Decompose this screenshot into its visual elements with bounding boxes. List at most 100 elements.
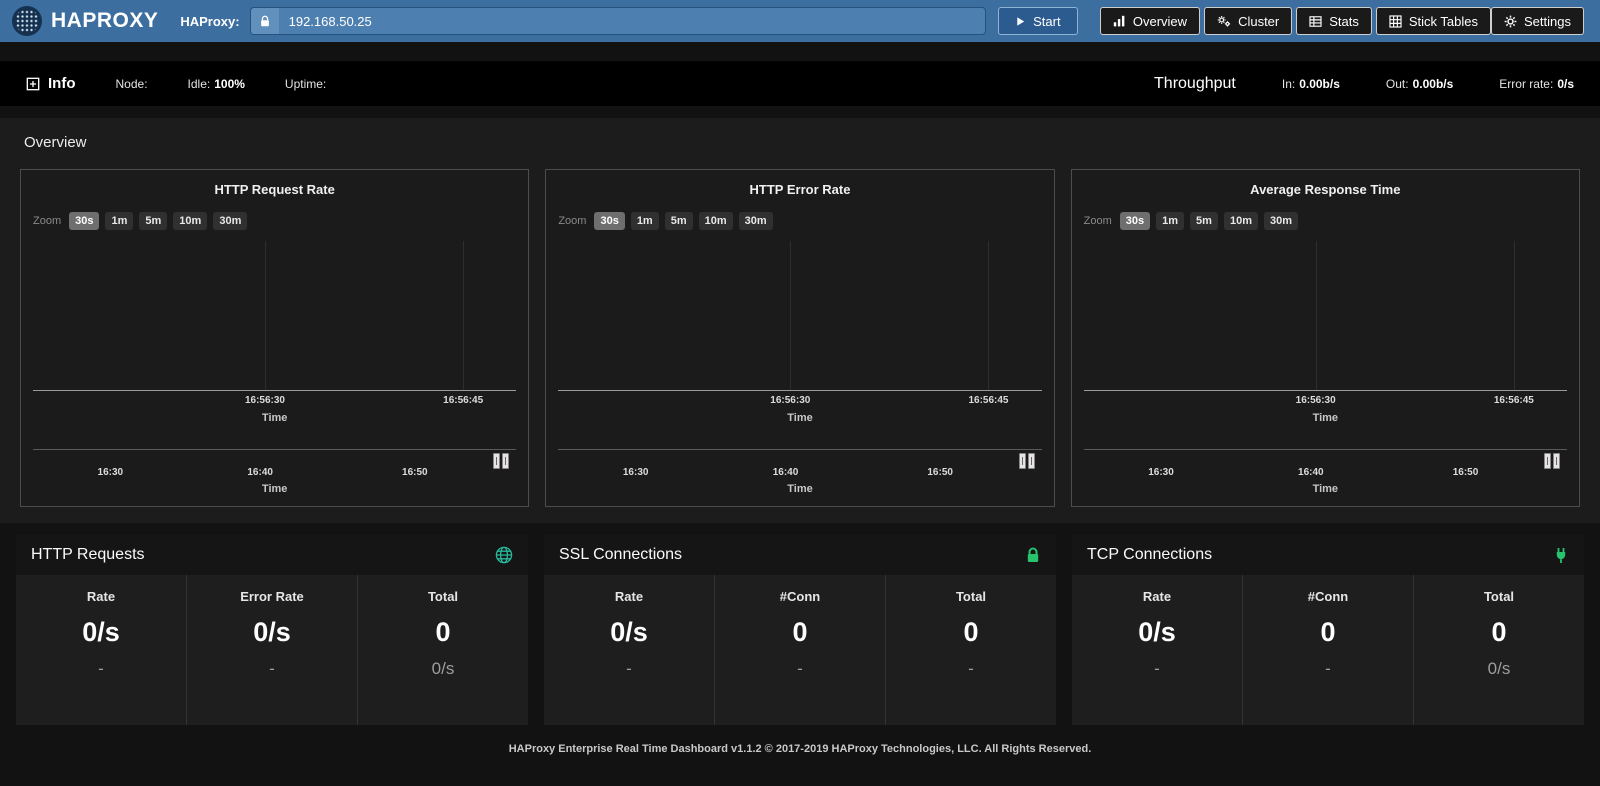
chart-panel-http-request-rate: HTTP Request Rate Zoom 30s 1m 5m 10m 30m… xyxy=(20,169,529,507)
stat-sub-value: - xyxy=(1243,659,1413,679)
stat-sub-value: - xyxy=(187,659,357,679)
stat-sub-value: - xyxy=(16,659,186,679)
zoom-label: Zoom xyxy=(558,215,586,227)
info-bar: Info Node: Idle:100% Uptime: Throughput … xyxy=(0,61,1600,106)
section-title: Overview xyxy=(24,134,1580,151)
x-axis-tick: 16:56:45 xyxy=(1494,395,1534,406)
error-rate: Error rate: 0/s xyxy=(1499,77,1574,91)
zoom-controls: Zoom 30s 1m 5m 10m 30m xyxy=(558,211,1041,231)
nav-button-overview[interactable]: Overview xyxy=(1100,7,1200,35)
card-title: SSL Connections xyxy=(559,546,682,564)
stat-value: 0 xyxy=(1243,617,1413,648)
navigator-ticks: 16:30 16:40 16:50 xyxy=(558,467,1041,480)
zoom-button-30m[interactable]: 30m xyxy=(1264,212,1298,230)
nav-button-stats[interactable]: Stats xyxy=(1296,7,1372,35)
navigator-tick: 16:30 xyxy=(98,467,124,478)
card-http-requests: HTTP Requests Rate 0/s - Error Rate 0/s … xyxy=(16,535,528,725)
charts-row: HTTP Request Rate Zoom 30s 1m 5m 10m 30m… xyxy=(20,169,1580,507)
stat-label: Total xyxy=(358,589,528,604)
zoom-button-1m[interactable]: 1m xyxy=(631,212,659,230)
zoom-label: Zoom xyxy=(1084,215,1112,227)
stat-sub-value: - xyxy=(886,659,1056,679)
zoom-button-1m[interactable]: 1m xyxy=(1156,212,1184,230)
stat-value: 0 xyxy=(358,617,528,648)
zoom-button-30s[interactable]: 30s xyxy=(69,212,99,230)
card-tcp-connections: TCP Connections Rate 0/s - #Conn 0 - Tot… xyxy=(1072,535,1584,725)
main-navigation: Overview Cluster Stats Stick Tables xyxy=(1100,7,1491,35)
stat-column: Total 0 0/s xyxy=(357,575,528,725)
zoom-button-30s[interactable]: 30s xyxy=(594,212,624,230)
stat-sub-value: 0/s xyxy=(1414,659,1584,679)
zoom-button-30m[interactable]: 30m xyxy=(739,212,773,230)
settings-button[interactable]: Settings xyxy=(1491,7,1584,35)
navigator-tick: 16:40 xyxy=(1298,467,1324,478)
stat-cards-row: HTTP Requests Rate 0/s - Error Rate 0/s … xyxy=(16,535,1584,725)
zoom-button-10m[interactable]: 10m xyxy=(699,212,733,230)
navigator-ticks: 16:30 16:40 16:50 xyxy=(33,467,516,480)
navigator-track[interactable]: 16:30 16:40 16:50 xyxy=(558,449,1041,481)
stat-column: #Conn 0 - xyxy=(714,575,885,725)
stat-label: Total xyxy=(1414,589,1584,604)
stat-value: 0/s xyxy=(544,617,714,648)
navigator-ticks: 16:30 16:40 16:50 xyxy=(1084,467,1567,480)
nav-button-stick-tables[interactable]: Stick Tables xyxy=(1376,7,1491,35)
nav-button-cluster[interactable]: Cluster xyxy=(1204,7,1292,35)
x-axis-tick: 16:56:30 xyxy=(1296,395,1336,406)
zoom-controls: Zoom 30s 1m 5m 10m 30m xyxy=(1084,211,1567,231)
globe-icon xyxy=(495,546,513,564)
stat-column: Error Rate 0/s - xyxy=(186,575,357,725)
stat-label: Rate xyxy=(1072,589,1242,604)
throughput-out: Out: 0.00b/s xyxy=(1386,77,1453,91)
card-header: SSL Connections xyxy=(544,535,1056,575)
lock-icon xyxy=(251,8,279,34)
stat-sub-value: - xyxy=(544,659,714,679)
gridline xyxy=(1514,241,1515,390)
gridline xyxy=(790,241,791,390)
footer-copyright: HAProxy Enterprise Real Time Dashboard v… xyxy=(0,743,1600,755)
error-rate-label: Error rate: xyxy=(1499,77,1553,91)
out-label: Out: xyxy=(1386,77,1409,91)
zoom-controls: Zoom 30s 1m 5m 10m 30m xyxy=(33,211,516,231)
navigator-tick: 16:40 xyxy=(247,467,273,478)
navigator-track[interactable]: 16:30 16:40 16:50 xyxy=(33,449,516,481)
gridline xyxy=(1316,241,1317,390)
start-button[interactable]: Start xyxy=(998,7,1078,35)
table-icon xyxy=(1309,15,1322,28)
chart-panel-average-response-time: Average Response Time Zoom 30s 1m 5m 10m… xyxy=(1071,169,1580,507)
error-rate-value: 0/s xyxy=(1557,77,1574,91)
settings-button-label: Settings xyxy=(1524,14,1571,29)
navigator-track[interactable]: 16:30 16:40 16:50 xyxy=(1084,449,1567,481)
x-axis-label: Time xyxy=(558,412,1041,425)
nav-button-label: Stats xyxy=(1329,14,1359,29)
zoom-button-10m[interactable]: 10m xyxy=(1224,212,1258,230)
card-header: HTTP Requests xyxy=(16,535,528,575)
x-axis-label: Time xyxy=(1084,412,1567,425)
zoom-button-5m[interactable]: 5m xyxy=(139,212,167,230)
navigator-tick: 16:30 xyxy=(1148,467,1174,478)
zoom-button-10m[interactable]: 10m xyxy=(173,212,207,230)
plug-icon xyxy=(1553,547,1569,564)
expand-grid-icon xyxy=(26,77,40,91)
address-input[interactable] xyxy=(279,8,985,34)
stat-column: Rate 0/s - xyxy=(1072,575,1242,725)
throughput-title: Throughput xyxy=(1154,75,1236,93)
out-value: 0.00b/s xyxy=(1413,77,1454,91)
x-axis-ticks: 16:56:30 16:56:45 xyxy=(558,395,1041,408)
x-axis-label: Time xyxy=(33,412,516,425)
zoom-button-30m[interactable]: 30m xyxy=(213,212,247,230)
card-body: Rate 0/s - Error Rate 0/s - Total 0 0/s xyxy=(16,575,528,725)
stat-label: Total xyxy=(886,589,1056,604)
idle-stat: Idle:100% xyxy=(188,77,245,91)
navigator-tick: 16:30 xyxy=(623,467,649,478)
zoom-button-5m[interactable]: 5m xyxy=(665,212,693,230)
zoom-button-30s[interactable]: 30s xyxy=(1120,212,1150,230)
chart-plot-area xyxy=(1084,241,1567,391)
gridline xyxy=(463,241,464,390)
info-toggle[interactable]: Info xyxy=(26,75,76,92)
zoom-button-5m[interactable]: 5m xyxy=(1190,212,1218,230)
zoom-button-1m[interactable]: 1m xyxy=(105,212,133,230)
stat-sub-value: - xyxy=(715,659,885,679)
stat-column: Total 0 0/s xyxy=(1413,575,1584,725)
play-icon xyxy=(1015,16,1026,27)
in-value: 0.00b/s xyxy=(1299,77,1340,91)
